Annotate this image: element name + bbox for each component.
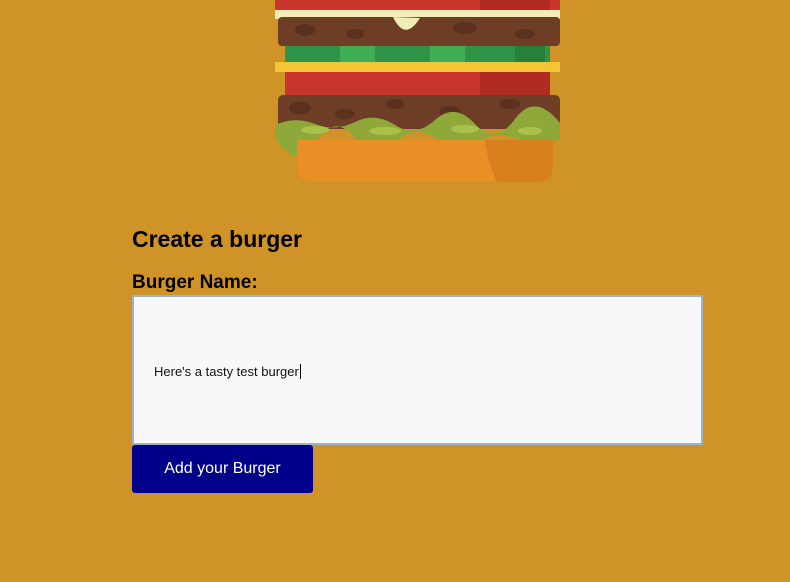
burger-name-value: Here's a tasty test burger [154,364,301,379]
add-burger-button[interactable]: Add your Burger [132,445,313,493]
form-heading: Create a burger [132,226,303,252]
text-caret [299,364,301,379]
burger-illustration [275,0,560,182]
burger-name-label: Burger Name: [132,272,258,293]
burger-name-textarea[interactable]: Here's a tasty test burger [132,295,703,445]
